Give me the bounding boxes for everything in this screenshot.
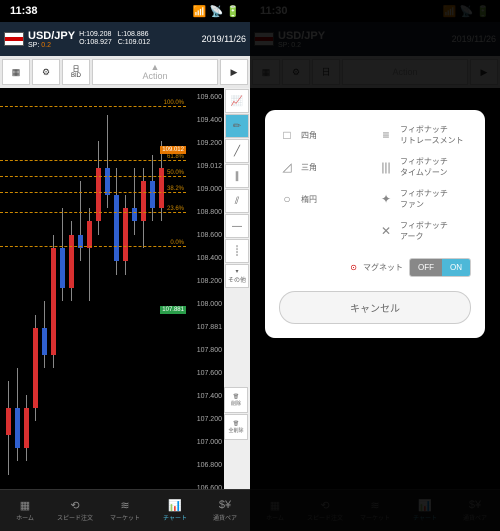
horizontal-tool[interactable]: —: [225, 214, 249, 238]
nav-market[interactable]: ≋マーケット: [100, 490, 150, 531]
delete-all-button[interactable]: 🗑全削除: [224, 414, 248, 440]
nav-home[interactable]: ▦ホーム: [0, 490, 50, 531]
fib-option[interactable]: |||フィボナッチ タイムゾーン: [378, 156, 471, 178]
vertical-tool[interactable]: ┊: [225, 239, 249, 263]
pencil-tool[interactable]: ✏: [225, 114, 249, 138]
chart-area[interactable]: 100.0%61.8%50.0%38.2%23.6%0.0%109.012107…: [0, 88, 250, 498]
cancel-button[interactable]: キャンセル: [279, 291, 471, 324]
phone-right: 11:30 📶 📡 🔋 USD/JPYSP: 0.2 2019/11/26 ▦⚙…: [250, 0, 500, 531]
fib-option[interactable]: ≡フィボナッチ リトレースメント: [378, 124, 471, 146]
phone-left: 11:38 📶 📡 🔋 USD/JPY SP: 0.2 H:109.208L:1…: [0, 0, 250, 531]
grid-button[interactable]: ▦: [2, 59, 30, 85]
channel-tool[interactable]: ⫽: [225, 189, 249, 213]
line-tool[interactable]: ╱: [225, 139, 249, 163]
more-tool[interactable]: ▾その他: [225, 264, 249, 288]
toolbar: ▦ ⚙ 日BID ▲ Action ▶: [0, 56, 250, 88]
status-time: 11:38: [10, 5, 38, 17]
date: 2019/11/26: [202, 34, 246, 44]
shape-option[interactable]: ○楕円: [279, 188, 372, 210]
fib-option[interactable]: ✕フィボナッチ アーク: [378, 220, 471, 242]
shape-option[interactable]: [279, 220, 372, 242]
shape-option[interactable]: □四角: [279, 124, 372, 146]
magnet-toggle[interactable]: OFF ON: [409, 258, 471, 277]
bid-button[interactable]: 日BID: [62, 59, 90, 85]
shape-modal: □四角 ≡フィボナッチ リトレースメント ◿三角 |||フィボナッチ タイムゾーン ○楕…: [265, 110, 485, 338]
shape-option[interactable]: ◿三角: [279, 156, 372, 178]
bottom-nav: ▦ホーム ⟲スピード注文 ≋マーケット 📊チャート $¥通貨ペア: [0, 489, 250, 531]
nav-chart[interactable]: 📊チャート: [150, 490, 200, 531]
nav-pairs[interactable]: $¥通貨ペア: [200, 490, 250, 531]
delete-button[interactable]: 🗑削除: [224, 387, 248, 413]
status-bar: 11:38 📶 📡 🔋: [0, 0, 250, 22]
play-button[interactable]: ▶: [220, 59, 248, 85]
flag-icon: [4, 32, 24, 46]
hline-tool[interactable]: ∥: [225, 164, 249, 188]
header: USD/JPY SP: 0.2 H:109.208L:108.886 O:108…: [0, 22, 250, 56]
plot-area[interactable]: 100.0%61.8%50.0%38.2%23.6%0.0%109.012107…: [0, 88, 186, 498]
action-button[interactable]: ▲ Action: [92, 59, 218, 85]
status-icons: 📶 📡 🔋: [193, 5, 240, 18]
fib-option[interactable]: ✦フィボナッチ ファン: [378, 188, 471, 210]
pair-label: USD/JPY: [28, 30, 75, 42]
settings-button[interactable]: ⚙: [32, 59, 60, 85]
y-axis: 109.600109.400109.200109.012109.000108.8…: [186, 88, 224, 498]
trend-tool[interactable]: 📈: [225, 89, 249, 113]
nav-speed[interactable]: ⟲スピード注文: [50, 490, 100, 531]
magnet-row: ⊙マグネット OFF ON: [279, 258, 471, 277]
